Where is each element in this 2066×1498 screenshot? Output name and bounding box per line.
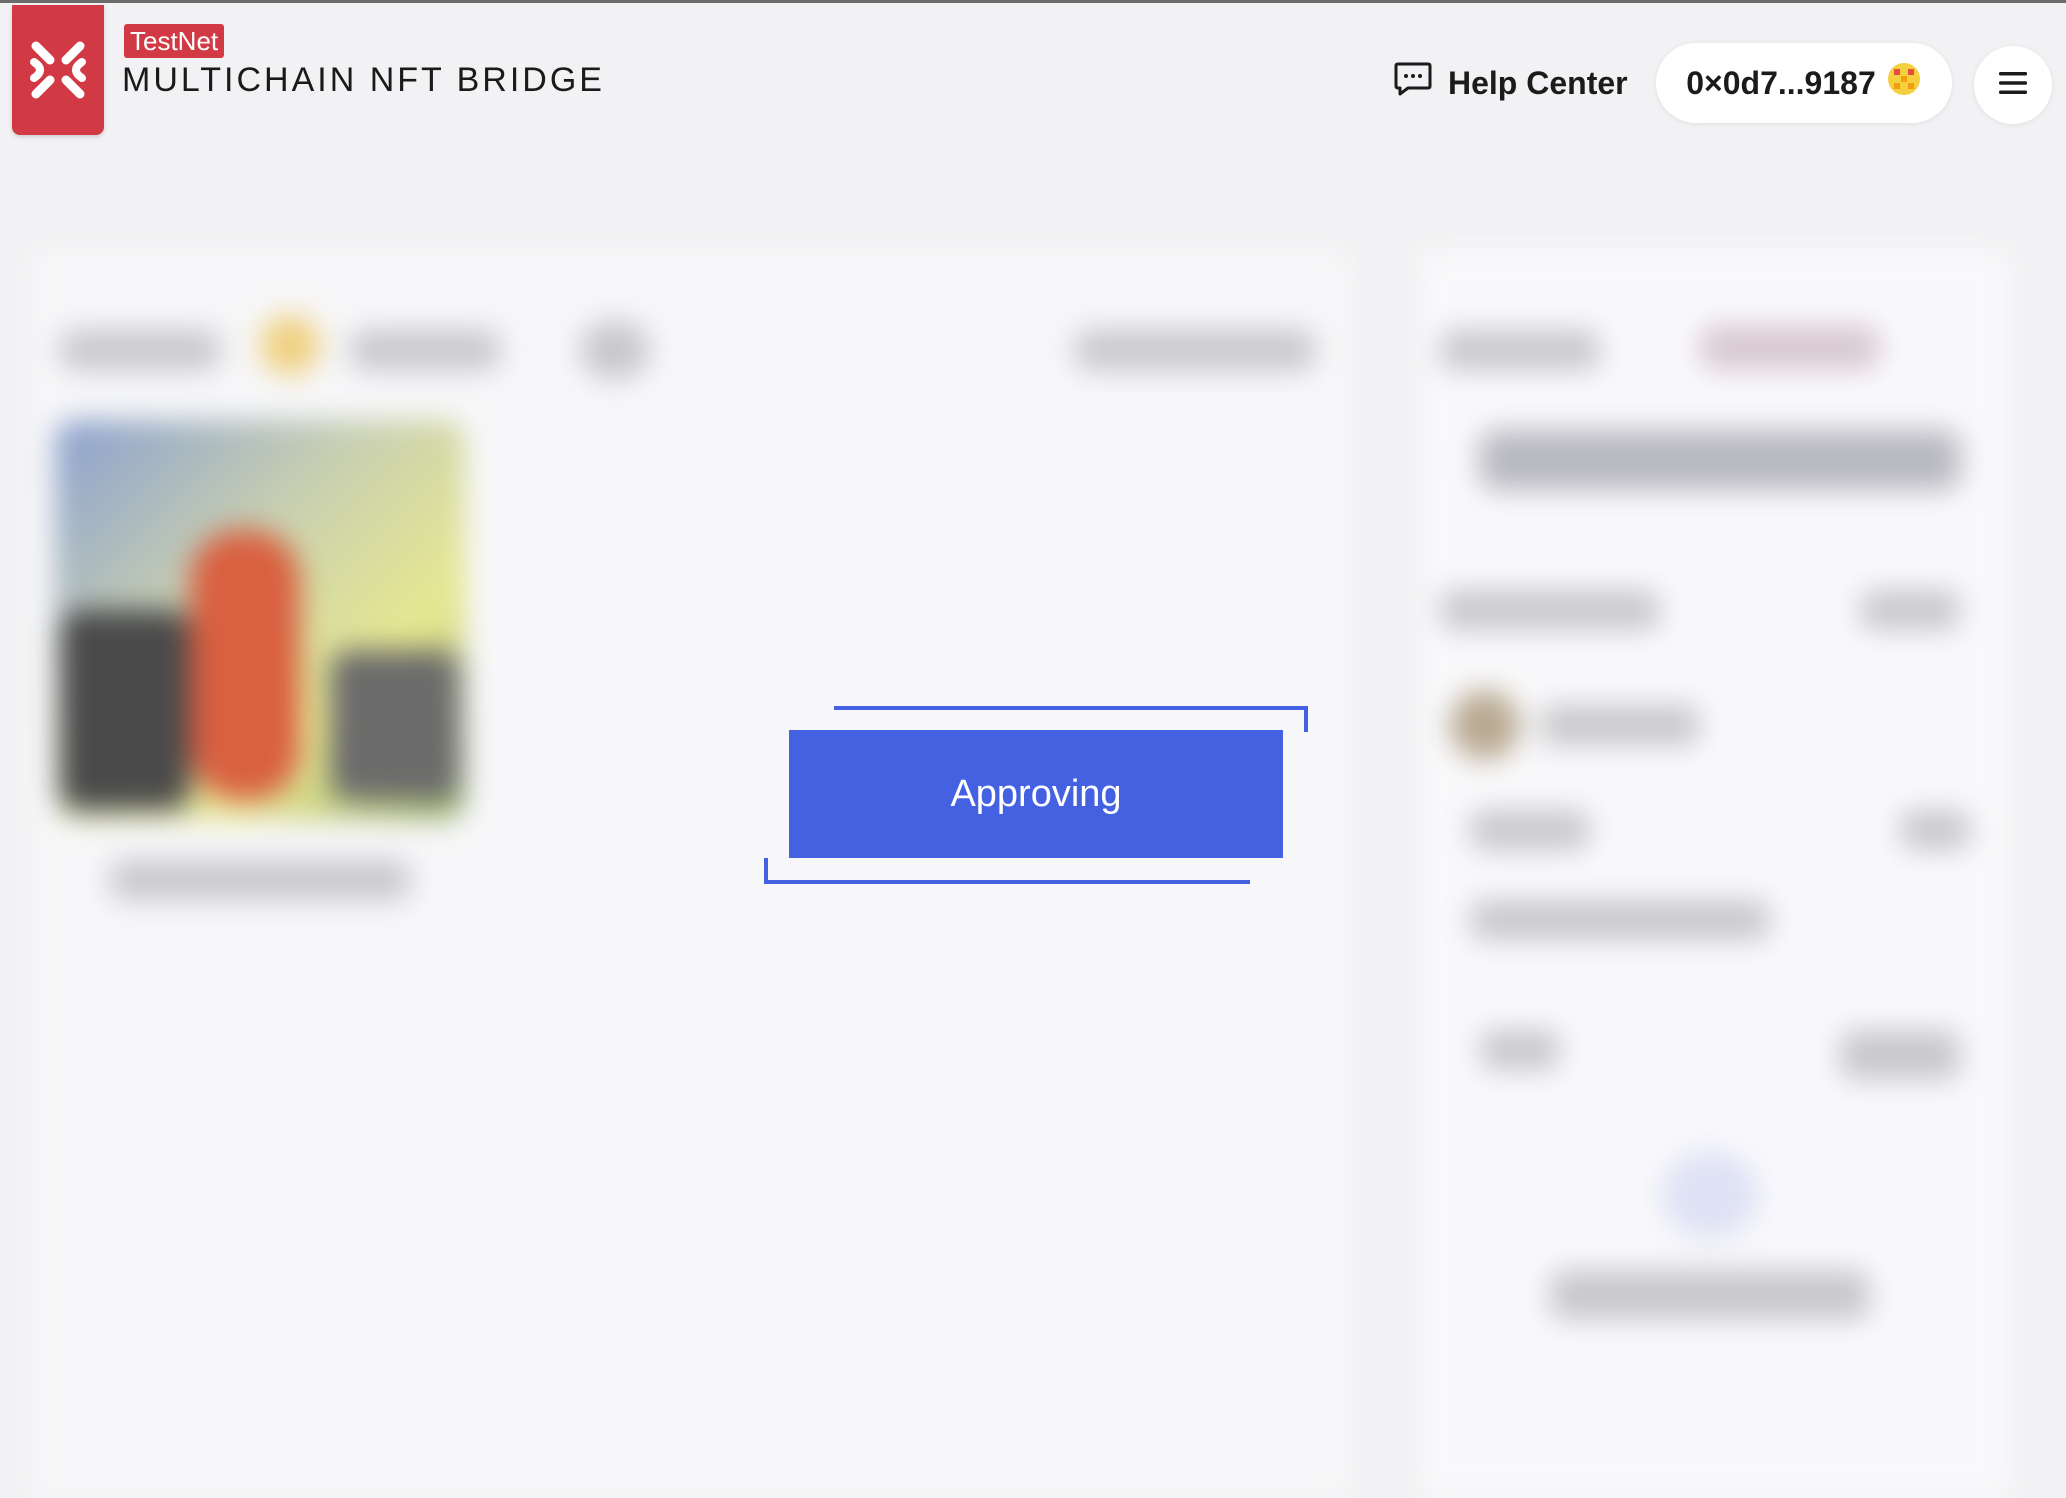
blurred-label	[1840, 1030, 1960, 1080]
chat-bubble-icon	[1394, 61, 1432, 105]
blurred-label	[1540, 705, 1700, 745]
wallet-address-button[interactable]: 0×0d7...9187	[1656, 43, 1952, 123]
blurred-button	[1550, 1270, 1870, 1320]
blurred-avatar	[1450, 690, 1520, 760]
xp-logo-icon[interactable]	[12, 5, 104, 135]
help-center-label: Help Center	[1448, 64, 1628, 101]
blurred-label	[1470, 810, 1590, 850]
help-center-link[interactable]: Help Center	[1394, 61, 1628, 105]
nft-image-detail	[60, 610, 190, 810]
blurred-label	[1900, 810, 1970, 850]
blurred-label	[1440, 590, 1660, 630]
wallet-avatar-icon	[1886, 61, 1922, 105]
nft-image-detail	[330, 650, 460, 800]
blurred-nft-name	[110, 860, 410, 900]
blurred-label	[1440, 330, 1600, 370]
testnet-badge: TestNet	[124, 24, 225, 58]
blurred-arrow-icon	[1660, 1150, 1760, 1240]
loader-frame-top	[834, 706, 1308, 732]
blurred-chain-icon	[260, 315, 320, 375]
blurred-label	[1470, 900, 1770, 940]
blurred-icon	[580, 320, 650, 380]
blurred-label	[1860, 590, 1960, 630]
blurred-button	[1480, 430, 1960, 490]
loader-frame-bottom	[764, 858, 1250, 884]
nft-image-detail	[190, 530, 300, 800]
approving-button[interactable]: Approving	[789, 730, 1283, 858]
blurred-chain-selector	[60, 330, 220, 370]
wallet-address: 0×0d7...9187	[1686, 64, 1876, 101]
approving-label: Approving	[950, 772, 1122, 815]
blurred-label	[1700, 325, 1880, 370]
blurred-chain-selector	[350, 330, 500, 370]
header: TestNet MULTICHAIN NFT BRIDGE Help Cente…	[0, 3, 2066, 143]
hamburger-menu-button[interactable]	[1974, 46, 2052, 124]
approving-loader: Approving	[760, 700, 1320, 890]
blurred-search	[1075, 330, 1315, 370]
hamburger-menu-icon	[1999, 71, 2027, 100]
blurred-label	[1480, 1030, 1560, 1070]
app-title: MULTICHAIN NFT BRIDGE	[122, 61, 605, 99]
